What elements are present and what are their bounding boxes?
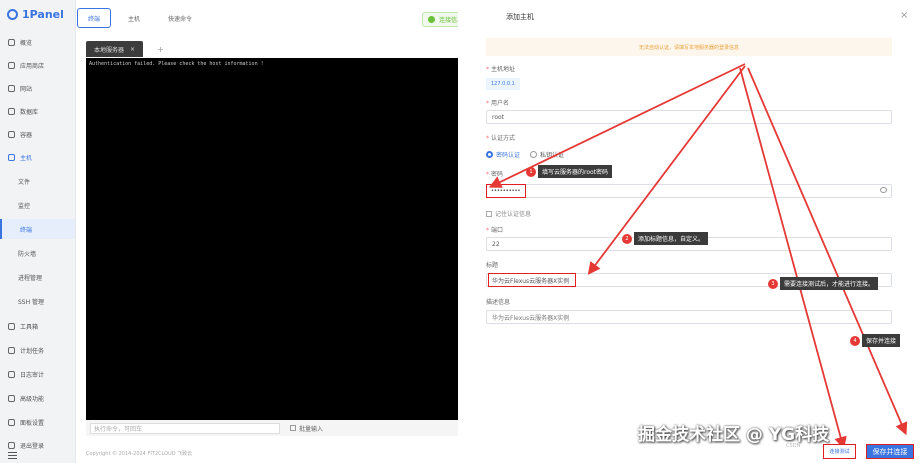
desc-label: 描述信息 bbox=[486, 299, 511, 306]
menu-collapse-icon[interactable] bbox=[8, 452, 17, 459]
close-icon[interactable]: × bbox=[130, 46, 135, 53]
terminal-screen[interactable]: Authentication failed. Please check the … bbox=[86, 58, 458, 420]
close-icon[interactable]: × bbox=[900, 10, 908, 21]
radio-icon bbox=[486, 151, 493, 158]
annotation-1: 1 填写云服务器的root密码 bbox=[526, 165, 613, 178]
remember-checkbox[interactable]: 记住认证信息 bbox=[486, 209, 531, 218]
container-icon bbox=[8, 130, 15, 138]
store-icon bbox=[8, 61, 15, 69]
star-icon bbox=[8, 394, 15, 402]
sidebar-item-website[interactable]: 网站 bbox=[0, 78, 75, 98]
sidebar-item-firewall[interactable]: 防火墙 bbox=[0, 243, 75, 263]
logo-text: 1Panel bbox=[22, 8, 64, 21]
log-icon bbox=[8, 370, 15, 378]
eye-icon[interactable] bbox=[880, 187, 887, 193]
drawer-title: 添加主机 bbox=[506, 13, 534, 21]
sidebar-item-advanced[interactable]: 高级功能 bbox=[0, 388, 75, 408]
sidebar-item-cron[interactable]: 计划任务 bbox=[0, 340, 75, 360]
watermark-sub: CSDN bbox=[786, 443, 801, 449]
auth-method-group: 密码认证 私钥认证 bbox=[486, 150, 564, 159]
checkbox-icon bbox=[290, 425, 296, 431]
add-tab-button[interactable]: + bbox=[157, 45, 164, 54]
sidebar-item-ssh[interactable]: SSH 管理 bbox=[0, 291, 75, 311]
description-field[interactable]: 华为云Flexus云服务器X实例 bbox=[486, 310, 892, 324]
terminal-output: Authentication failed. Please check the … bbox=[89, 61, 264, 67]
sidebar-item-host[interactable]: 主机 bbox=[0, 147, 75, 167]
toolbox-icon bbox=[8, 322, 15, 330]
calendar-icon bbox=[8, 346, 15, 354]
sidebar-item-settings[interactable]: 面板设置 bbox=[0, 412, 75, 432]
save-and-connect-button[interactable]: 保存并连接 bbox=[866, 444, 914, 459]
sidebar-item-process[interactable]: 进程管理 bbox=[0, 267, 75, 287]
globe-icon bbox=[8, 84, 15, 92]
radio-password-auth[interactable]: 密码认证 bbox=[486, 150, 520, 159]
sidebar-item-toolbox[interactable]: 工具箱 bbox=[0, 316, 75, 336]
password-field[interactable]: •••••••••• bbox=[486, 184, 526, 198]
annotation-4: 4 保存并连接 bbox=[850, 334, 901, 347]
tab-quick-command[interactable]: 快速命令 bbox=[157, 8, 203, 28]
sidebar-item-container[interactable]: 容器 bbox=[0, 124, 75, 144]
addr-label: * 主机地址 bbox=[486, 66, 516, 73]
sidebar-item-files[interactable]: 文件 bbox=[0, 171, 75, 191]
checkbox-icon bbox=[486, 210, 492, 217]
password-label: * 密码 bbox=[486, 171, 504, 178]
password-field-frame bbox=[486, 184, 892, 198]
tab-host[interactable]: 主机 bbox=[117, 8, 151, 28]
sidebar-item-monitor[interactable]: 监控 bbox=[0, 195, 75, 215]
user-label: * 用户名 bbox=[486, 100, 510, 107]
sidebar-item-database[interactable]: 数据库 bbox=[0, 101, 75, 121]
annotation-2: 2 添加标题信息，自定义。 bbox=[622, 232, 709, 245]
logo[interactable]: 1Panel bbox=[7, 8, 64, 21]
port-label: * 端口 bbox=[486, 227, 504, 234]
top-tabs: 终端 主机 快速命令 bbox=[77, 8, 203, 30]
terminal-tabs: 本地服务器 × + bbox=[86, 40, 458, 58]
sidebar-item-logs[interactable]: 日志审计 bbox=[0, 364, 75, 384]
footer-copyright: Copyright © 2014-2024 FIT2CLOUD 飞致云 bbox=[86, 451, 193, 457]
gear-icon bbox=[8, 418, 15, 426]
logo-icon bbox=[7, 9, 18, 20]
annotation-3: 3 需要连接测试后，才能进行连接。 bbox=[768, 277, 879, 290]
auth-label: * 认证方式 bbox=[486, 135, 516, 142]
watermark: 掘金技术社区 @ YG科技 bbox=[638, 425, 830, 445]
sidebar-item-overview[interactable]: 概览 bbox=[0, 32, 75, 52]
radio-key-auth[interactable]: 私钥认证 bbox=[530, 150, 564, 159]
warning-banner: 无法自动认证，请填写本地服务器的登录信息 bbox=[486, 38, 892, 56]
sidebar: 1Panel 概览 应用商店 网站 数据库 容器 主机 文件 监控 终端 防火墙… bbox=[0, 0, 76, 463]
title-highlight-box bbox=[488, 273, 576, 287]
radio-icon bbox=[530, 151, 538, 158]
dashboard-icon bbox=[8, 38, 15, 46]
username-field[interactable]: root bbox=[486, 110, 892, 124]
host-icon bbox=[8, 153, 15, 161]
test-connection-button[interactable]: 连接测试 bbox=[823, 444, 856, 459]
terminal-tab-local[interactable]: 本地服务器 × bbox=[86, 41, 144, 57]
success-icon bbox=[428, 16, 435, 23]
logout-icon bbox=[8, 441, 15, 449]
database-icon bbox=[8, 107, 15, 115]
command-bar: 执行命令，可回车 批量输入 bbox=[86, 420, 458, 436]
tab-terminal[interactable]: 终端 bbox=[77, 8, 112, 28]
title-label: 标题 bbox=[486, 262, 499, 269]
sidebar-item-terminal[interactable]: 终端 bbox=[0, 219, 75, 239]
host-address-value: 127.0.0.1 bbox=[486, 78, 520, 90]
sidebar-item-appstore[interactable]: 应用商店 bbox=[0, 55, 75, 75]
batch-input-checkbox[interactable]: 批量输入 bbox=[290, 424, 323, 433]
command-input[interactable]: 执行命令，可回车 bbox=[90, 422, 280, 434]
